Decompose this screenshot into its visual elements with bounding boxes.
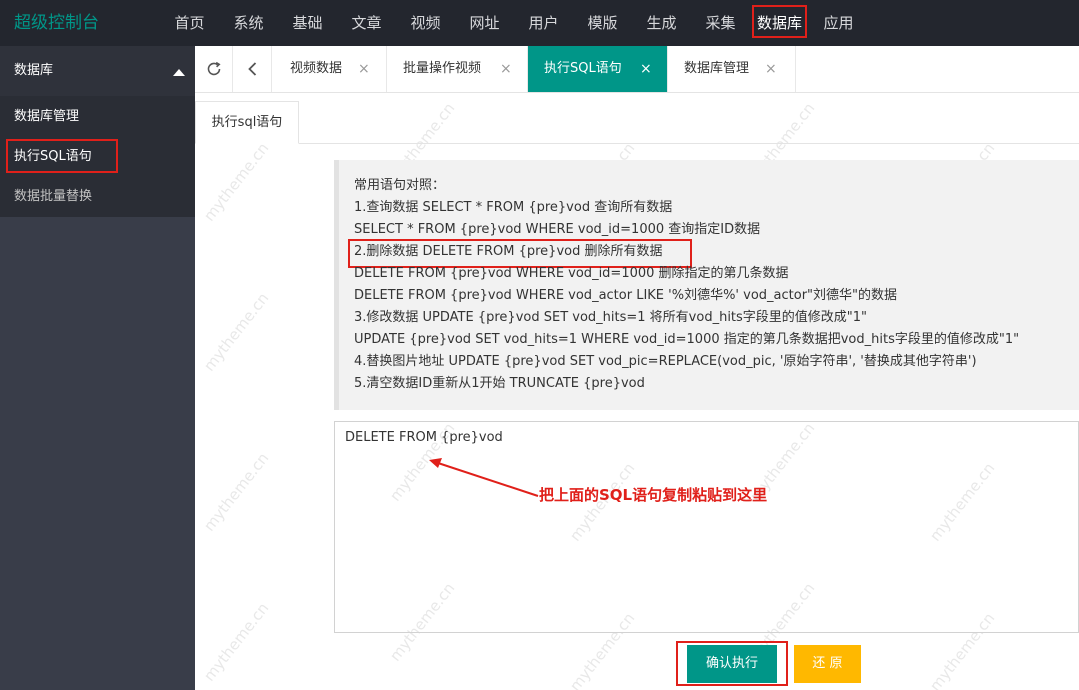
annotation-text: 把上面的SQL语句复制粘贴到这里 xyxy=(539,486,768,504)
tab-label: 视频数据 xyxy=(290,61,343,76)
watermark: mytheme.cn xyxy=(200,139,273,225)
subtab-divider xyxy=(195,143,1079,144)
sidebar-submenu: 数据库管理 执行SQL语句 数据批量替换 xyxy=(0,96,195,217)
close-icon[interactable]: × xyxy=(765,46,777,92)
reset-button[interactable]: 还 原 xyxy=(794,645,861,683)
subtab-execute-sql[interactable]: 执行sql语句 xyxy=(195,101,299,144)
nav-system[interactable]: 系统 xyxy=(219,0,278,46)
tab-database-manage[interactable]: 数据库管理 × xyxy=(668,46,796,92)
tab-batch-video[interactable]: 批量操作视频 × xyxy=(387,46,528,92)
nav-video[interactable]: 视频 xyxy=(396,0,455,46)
tips-line: SELECT * FROM {pre}vod WHERE vod_id=1000… xyxy=(354,222,761,237)
tips-line-highlighted: 2.删除数据 DELETE FROM {pre}vod 删除所有数据 xyxy=(348,239,1079,268)
close-icon[interactable]: × xyxy=(500,46,512,92)
tab-execute-sql[interactable]: 执行SQL语句 × xyxy=(528,46,668,92)
tab-label: 批量操作视频 xyxy=(403,61,482,76)
top-nav: 首页 系统 基础 文章 视频 网址 用户 模版 生成 采集 数据库 应用 xyxy=(160,0,868,46)
refresh-button[interactable] xyxy=(195,46,233,92)
nav-template[interactable]: 模版 xyxy=(573,0,632,46)
tips-line: DELETE FROM {pre}vod WHERE vod_actor LIK… xyxy=(354,288,898,303)
nav-generate[interactable]: 生成 xyxy=(632,0,691,46)
nav-article[interactable]: 文章 xyxy=(337,0,396,46)
refresh-icon xyxy=(207,61,221,76)
sidebar-item-batch-replace[interactable]: 数据批量替换 xyxy=(0,177,195,217)
nav-basic[interactable]: 基础 xyxy=(278,0,337,46)
nav-home[interactable]: 首页 xyxy=(160,0,219,46)
sidebar-section-database[interactable]: 数据库 xyxy=(0,46,195,96)
nav-user[interactable]: 用户 xyxy=(514,0,573,46)
top-header: 超级控制台 首页 系统 基础 文章 视频 网址 用户 模版 生成 采集 数据库 … xyxy=(0,0,1079,46)
sidebar-item-database-manage[interactable]: 数据库管理 xyxy=(0,97,195,137)
sql-tips-box: 常用语句对照： 1.查询数据 SELECT * FROM {pre}vod 查询… xyxy=(334,160,1079,410)
brand-title[interactable]: 超级控制台 xyxy=(14,0,99,46)
sidebar-item-execute-sql[interactable]: 执行SQL语句 xyxy=(0,137,195,177)
tips-line: 常用语句对照： xyxy=(354,178,446,193)
tips-line: UPDATE {pre}vod SET vod_hits=1 WHERE vod… xyxy=(354,332,1020,347)
caret-up-icon xyxy=(173,69,185,76)
tab-video-data[interactable]: 视频数据 × xyxy=(274,46,387,92)
nav-collect[interactable]: 采集 xyxy=(691,0,750,46)
sidebar: 数据库 数据库管理 执行SQL语句 数据批量替换 xyxy=(0,46,195,690)
tab-bar: 视频数据 × 批量操作视频 × 执行SQL语句 × 数据库管理 × xyxy=(195,46,1079,93)
watermark: mytheme.cn xyxy=(200,289,273,375)
tips-line: 3.修改数据 UPDATE {pre}vod SET vod_hits=1 将所… xyxy=(354,310,868,325)
watermark: mytheme.cn xyxy=(200,599,273,685)
annotation-arrow-icon xyxy=(429,458,539,497)
tab-label: 数据库管理 xyxy=(684,61,750,76)
tips-line: 4.替换图片地址 UPDATE {pre}vod SET vod_pic=REP… xyxy=(354,354,977,369)
tips-line: DELETE FROM {pre}vod WHERE vod_id=1000 删… xyxy=(354,266,789,281)
execute-button[interactable]: 确认执行 xyxy=(687,645,777,683)
tab-label: 执行SQL语句 xyxy=(544,61,622,76)
nav-apps[interactable]: 应用 xyxy=(809,0,868,46)
nav-website[interactable]: 网址 xyxy=(455,0,514,46)
nav-database[interactable]: 数据库 xyxy=(750,0,809,46)
main-content: mytheme.cn mytheme.cn mytheme.cn mytheme… xyxy=(195,93,1079,690)
tips-line: 1.查询数据 SELECT * FROM {pre}vod 查询所有数据 xyxy=(354,200,673,215)
chevron-left-icon xyxy=(247,62,256,76)
scroll-left-button[interactable] xyxy=(234,46,272,92)
close-icon[interactable]: × xyxy=(358,46,370,92)
watermark: mytheme.cn xyxy=(200,449,273,535)
close-icon[interactable]: × xyxy=(640,46,652,92)
sidebar-section-label: 数据库 xyxy=(14,63,54,78)
tips-line: 5.清空数据ID重新从1开始 TRUNCATE {pre}vod xyxy=(354,376,645,391)
